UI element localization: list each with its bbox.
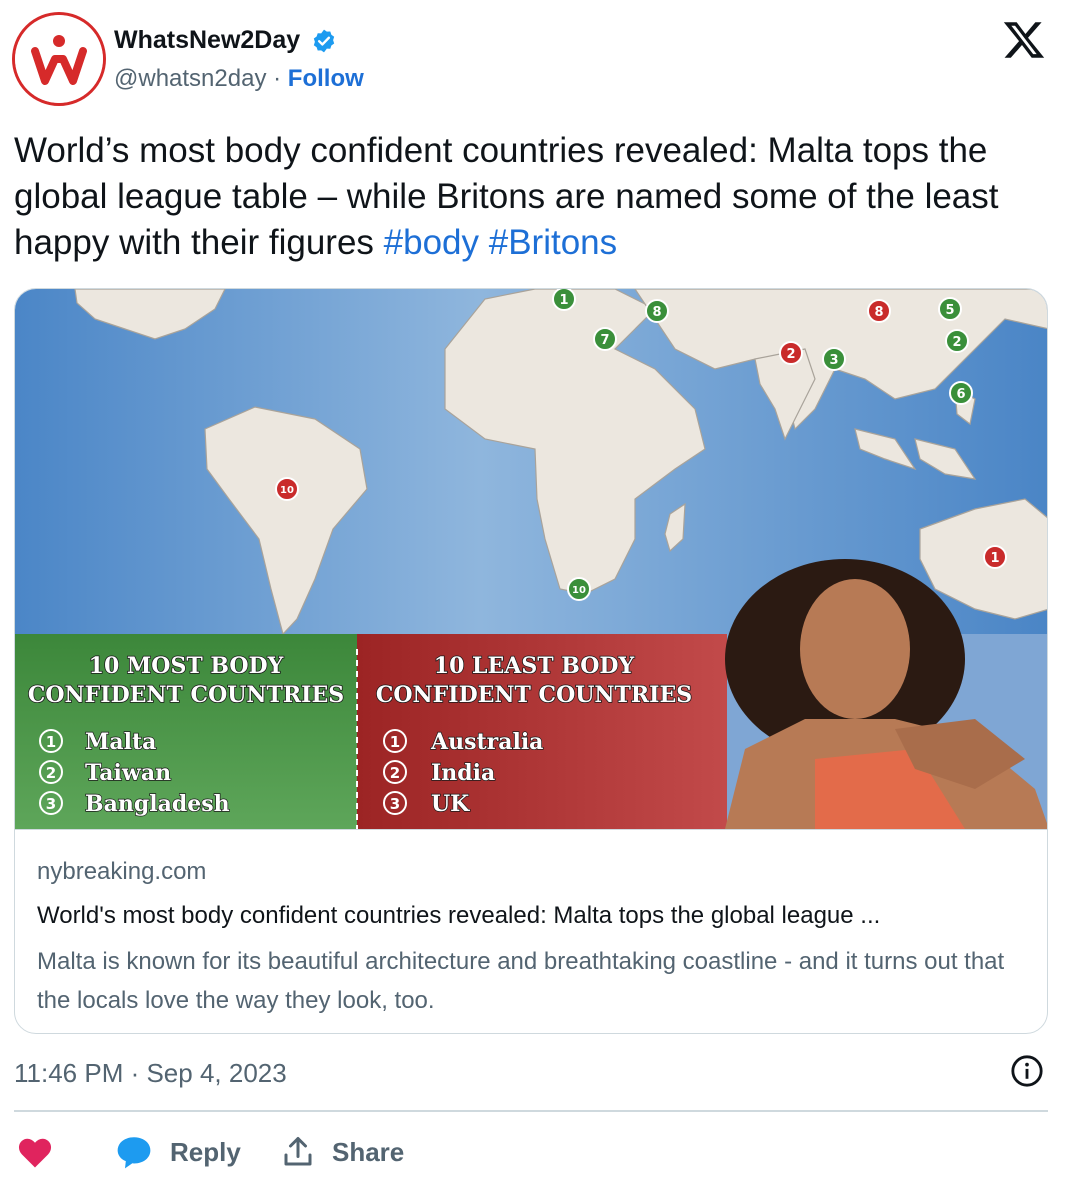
svg-text:Bangladesh: Bangladesh: [85, 791, 230, 817]
map-marker-red: 8: [867, 299, 891, 323]
map-marker-green: 10: [567, 577, 591, 601]
follow-button[interactable]: Follow: [288, 65, 364, 92]
share-icon: [284, 1137, 312, 1166]
card-title: World's most body confident countries re…: [37, 902, 881, 929]
card-meta[interactable]: nybreaking.com World's most body confide…: [15, 829, 1047, 1033]
least-title-line1: 10 LEAST BODY: [434, 653, 635, 679]
info-icon[interactable]: [1010, 1054, 1044, 1088]
map-marker-red: 1: [983, 545, 1007, 569]
svg-text:7: 7: [600, 333, 609, 348]
map-marker-green: 2: [945, 329, 969, 353]
map-marker-green: 1: [552, 289, 576, 311]
hashtag-britons[interactable]: #Britons: [489, 223, 617, 262]
map-marker-green: 8: [645, 299, 669, 323]
share-button[interactable]: Share: [280, 1126, 404, 1178]
svg-text:10: 10: [572, 585, 586, 596]
reply-label: Reply: [170, 1136, 241, 1167]
svg-text:Australia: Australia: [430, 729, 543, 755]
svg-text:2: 2: [46, 764, 56, 782]
svg-text:India: India: [431, 760, 495, 786]
svg-text:10: 10: [280, 485, 294, 496]
svg-text:8: 8: [874, 305, 883, 320]
separator: ·: [273, 65, 282, 92]
svg-text:1: 1: [390, 733, 400, 751]
svg-text:1: 1: [559, 293, 568, 308]
least-title-line2: CONFIDENT COUNTRIES: [376, 682, 692, 708]
svg-text:6: 6: [956, 387, 965, 402]
divider: [14, 1110, 1048, 1112]
map-marker-green: 3: [822, 347, 846, 371]
map-marker-red: 2: [779, 341, 803, 365]
reply-button[interactable]: Reply: [114, 1126, 241, 1178]
svg-text:2: 2: [786, 347, 795, 362]
reply-bubble-icon: [117, 1137, 151, 1169]
card-image[interactable]: 1 8 7 5 2 3 6 10 8 2 10 1 10 MOST BODY C…: [15, 289, 1047, 829]
hashtag-body[interactable]: #body: [384, 223, 479, 262]
svg-text:3: 3: [390, 795, 400, 813]
verified-badge-icon: [313, 29, 334, 52]
svg-text:UK: UK: [431, 791, 470, 817]
svg-text:1: 1: [46, 733, 56, 751]
link-card[interactable]: 1 8 7 5 2 3 6 10 8 2 10 1 10 MOST BODY C…: [14, 288, 1048, 1034]
svg-text:2: 2: [390, 764, 400, 782]
tweet-text: World’s most body confident countries re…: [14, 128, 1054, 266]
map-marker-green: 5: [938, 297, 962, 321]
most-title-line1: 10 MOST BODY: [89, 653, 284, 679]
author-handle[interactable]: @whatsn2day: [114, 65, 266, 92]
tweet-header: WhatsNew2Day @whatsn2day · Follow: [12, 12, 1054, 108]
body-confidence-map-graphic: 1 8 7 5 2 3 6 10 8 2 10 1 10 MOST BODY C…: [15, 289, 1047, 829]
svg-text:1: 1: [990, 551, 999, 566]
share-label: Share: [332, 1136, 405, 1167]
card-description: Malta is known for its beautiful archite…: [37, 948, 1005, 1014]
most-title-line2: CONFIDENT COUNTRIES: [28, 682, 344, 708]
heart-icon: [18, 1138, 52, 1168]
whatsnew2day-logo-icon: [15, 15, 103, 103]
avatar[interactable]: [12, 12, 106, 106]
like-button[interactable]: [16, 1126, 54, 1178]
svg-text:5: 5: [945, 303, 954, 318]
svg-text:3: 3: [829, 353, 838, 368]
svg-text:Malta: Malta: [85, 729, 156, 755]
author-name[interactable]: WhatsNew2Day: [114, 26, 300, 55]
card-domain: nybreaking.com: [37, 858, 207, 885]
x-logo-icon[interactable]: [1002, 18, 1046, 62]
svg-text:Taiwan: Taiwan: [85, 760, 171, 786]
map-marker-red: 10: [275, 477, 299, 501]
map-marker-green: 7: [593, 327, 617, 351]
svg-text:2: 2: [952, 335, 961, 350]
svg-text:3: 3: [46, 795, 56, 813]
svg-text:8: 8: [652, 305, 661, 320]
map-marker-green: 6: [949, 381, 973, 405]
tweet-timestamp[interactable]: 11:46 PM · Sep 4, 2023: [14, 1058, 287, 1089]
